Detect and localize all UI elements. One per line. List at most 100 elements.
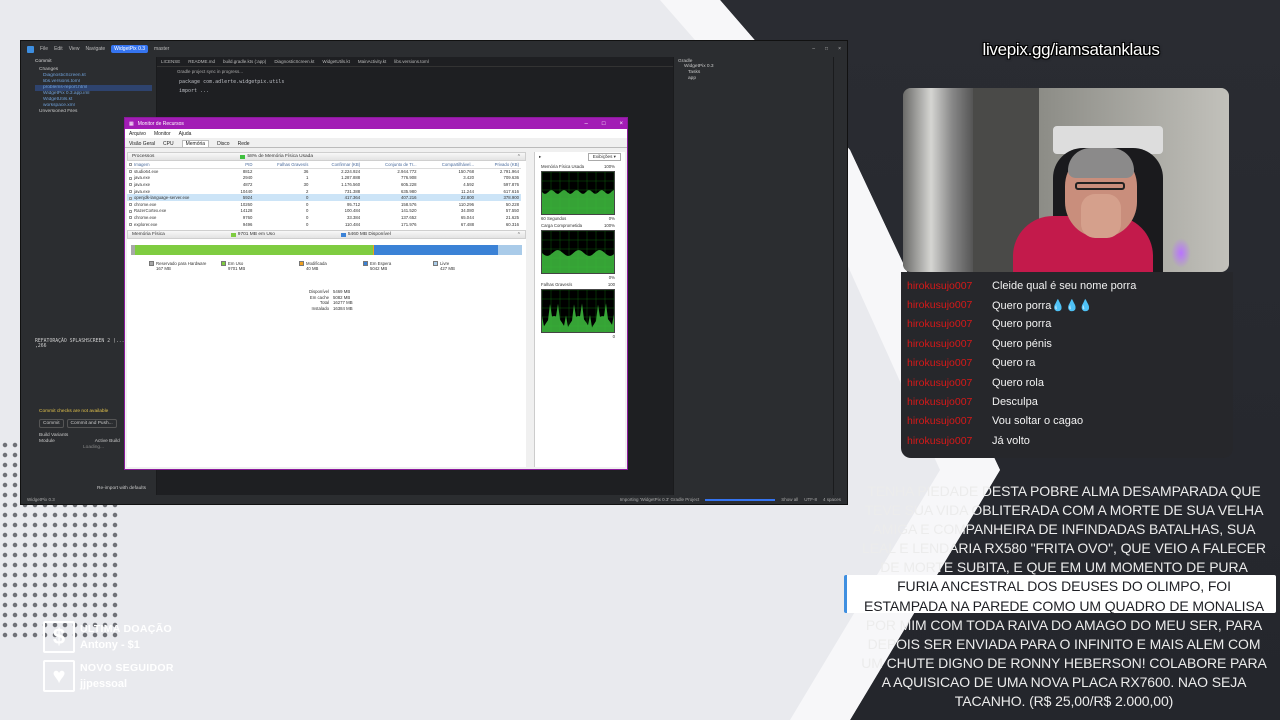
minimize-icon[interactable]: – <box>812 46 815 52</box>
last-donation-alert: $ ULTIMA DOAÇÃO Antony - $1 <box>43 621 203 653</box>
column-header[interactable]: Conjunto de Tr... <box>362 161 419 169</box>
memory-bar-segment <box>497 245 522 256</box>
menu-ajuda[interactable]: Ajuda <box>179 131 192 137</box>
chat-message: hirokusujo007 Quero porra <box>907 315 1227 334</box>
menu-file[interactable]: File <box>40 46 48 52</box>
menu-monitor[interactable]: Monitor <box>154 131 171 137</box>
tab-memory[interactable]: Memória <box>181 140 210 147</box>
table-row[interactable]: chrome.exe 10260 0 95.712 158.576 110.296 50.2… <box>127 201 521 208</box>
new-follower-label: NOVO SEGUIDOR <box>80 662 174 674</box>
checkbox[interactable] <box>129 170 132 174</box>
table-cell: 9760 <box>242 214 253 220</box>
table-cell: 10260 <box>240 201 253 207</box>
table-cell: 171.976 <box>400 221 417 227</box>
encoding-indicator[interactable]: UTF-8 <box>804 497 817 502</box>
checkbox[interactable] <box>129 196 132 200</box>
branch-selector[interactable]: master <box>154 46 169 52</box>
reimport-button[interactable]: Re-import with defaults <box>97 486 146 491</box>
indent-indicator[interactable]: 4 spaces <box>823 497 841 502</box>
views-dropdown[interactable]: Exibições ▾ <box>587 153 621 161</box>
tab-cpu[interactable]: CPU <box>163 141 174 147</box>
table-row[interactable]: explorer.exe 9496 0 110.484 171.976 67.488 60.… <box>127 221 521 228</box>
checkbox[interactable] <box>129 203 132 207</box>
tab-libs-versions[interactable]: libs.versions.toml <box>394 59 429 64</box>
project-selector[interactable]: WidgetPix 0.3 <box>111 45 149 53</box>
table-cell: 30 <box>303 181 309 187</box>
tab-overview[interactable]: Visão Geral <box>129 141 155 147</box>
column-header[interactable]: Imagem <box>127 161 230 169</box>
close-icon[interactable]: × <box>838 46 841 52</box>
close-icon[interactable]: × <box>619 121 623 127</box>
collapse-icon[interactable]: ⌃ <box>517 154 521 160</box>
tab-readme[interactable]: README.md <box>188 59 215 64</box>
table-cell: 0 <box>306 201 309 207</box>
chat-username: hirokusujo007 <box>907 376 973 389</box>
tab-license[interactable]: LICENSE <box>161 59 180 64</box>
checkbox[interactable] <box>129 222 132 226</box>
gradle-tree-item[interactable]: app <box>678 76 829 82</box>
show-all-link[interactable]: Show all <box>781 497 798 502</box>
menu-arquivo[interactable]: Arquivo <box>129 131 146 137</box>
chat-text: Quero ra <box>992 357 1036 370</box>
processes-table: Imagem PID Falhas Graves/s Confirmar (KB… <box>127 161 521 227</box>
table-row[interactable]: java.exe 2940 1 1.287.888 776.908 3.420 709.63… <box>127 175 521 182</box>
physical-memory-section-header[interactable]: Memória Física 9701 MB em Uso 5460 MB Di… <box>127 230 526 240</box>
table-row[interactable]: openjdk-language-server.exe 5924 0 417.364 4… <box>127 194 521 201</box>
checkbox[interactable] <box>129 216 132 220</box>
table-cell: 5924 <box>229 194 255 201</box>
in-use-indicator-icon <box>230 232 236 237</box>
chat-text: Quero pénis <box>992 337 1052 350</box>
minimize-icon[interactable]: – <box>585 121 588 127</box>
checkbox[interactable] <box>129 176 132 180</box>
menu-navigate[interactable]: Navigate <box>85 46 105 52</box>
commit-button[interactable]: Commit <box>39 419 64 428</box>
graph2-footer: 0% <box>608 275 615 280</box>
tab-widget-utils[interactable]: WidgetUtils.kt <box>322 59 350 64</box>
checkbox[interactable] <box>129 209 132 213</box>
legend-swatch <box>299 261 304 267</box>
collapse-icon[interactable]: ⌃ <box>517 232 521 238</box>
table-row[interactable]: chrome.exe 9760 0 33.384 137.652 65.044 21.625 <box>127 214 521 221</box>
table-row[interactable]: studio64.exe 8812 36 2.224.924 2.944.772 150.… <box>127 168 521 175</box>
table-cell: 158.576 <box>400 201 417 207</box>
cam-hair <box>1068 148 1134 178</box>
donation-line: AMIGA E COMPANHEIRA DE INFINDADAS BATALH… <box>872 521 1256 538</box>
maximize-icon[interactable]: □ <box>825 46 828 52</box>
column-header[interactable]: Compartilhável... <box>418 161 476 169</box>
resmon-title: Monitor de Recursos <box>137 120 184 127</box>
expand-graphs-icon[interactable]: ▸ <box>539 154 541 160</box>
resmon-main-pane: Processos 58% de Memória Física Usada ⌃ … <box>127 152 526 467</box>
column-header[interactable]: Privado (KB) <box>475 161 521 169</box>
column-header[interactable]: Confirmar (KB) <box>310 161 363 169</box>
processes-badge: 58% de Memória Física Usada <box>247 154 313 159</box>
column-header[interactable]: PID <box>229 161 255 169</box>
table-cell: java.exe <box>127 188 229 195</box>
graph1-footer: 60 Segundos 0% <box>541 216 615 221</box>
graph3-svg <box>542 290 614 332</box>
checkbox[interactable] <box>129 183 132 187</box>
tab-network[interactable]: Rede <box>238 141 250 147</box>
menu-view[interactable]: View <box>69 46 80 52</box>
chat-message: hirokusujo007 Quero ra <box>907 354 1227 373</box>
tab-build-gradle[interactable]: build.gradle.kts (:app) <box>223 59 266 64</box>
commit-and-push-button[interactable]: Commit and Push... <box>66 419 117 428</box>
code-area[interactable]: package com.adlerte.widgetpix.utils impo… <box>157 76 673 98</box>
table-row[interactable]: RazerCortex.exe 14128 0 100.484 141.520 34.08… <box>127 208 521 215</box>
column-header[interactable]: Falhas Graves/s <box>254 161 311 169</box>
table-row[interactable]: java.exe 10440 2 731.388 635.980 11.244 617.61… <box>127 188 521 195</box>
processes-section-header[interactable]: Processos 58% de Memória Física Usada ⌃ <box>127 152 526 161</box>
menu-edit[interactable]: Edit <box>54 46 63 52</box>
tab-diagnostic-screen[interactable]: DiagnosticScreen.kt <box>274 59 314 64</box>
new-follower-value: jjpessoal <box>80 678 128 690</box>
table-cell: 36 <box>303 169 309 175</box>
table-cell: 378.900 <box>475 194 521 201</box>
graph2-svg <box>542 231 614 273</box>
maximize-icon[interactable]: □ <box>602 121 606 127</box>
unversioned-group[interactable]: Unversioned Files <box>35 109 152 115</box>
tab-main-activity[interactable]: MainActivity.kt <box>358 59 386 64</box>
status-import: Importing 'WidgetPix 0.3' Gradle Project <box>619 497 700 502</box>
cam-curtain <box>903 88 973 272</box>
tab-disk[interactable]: Disco <box>217 141 230 147</box>
table-row[interactable]: java.exe 4872 30 1.176.560 605.228 4.592 597.8… <box>127 181 521 188</box>
checkbox[interactable] <box>129 189 132 193</box>
